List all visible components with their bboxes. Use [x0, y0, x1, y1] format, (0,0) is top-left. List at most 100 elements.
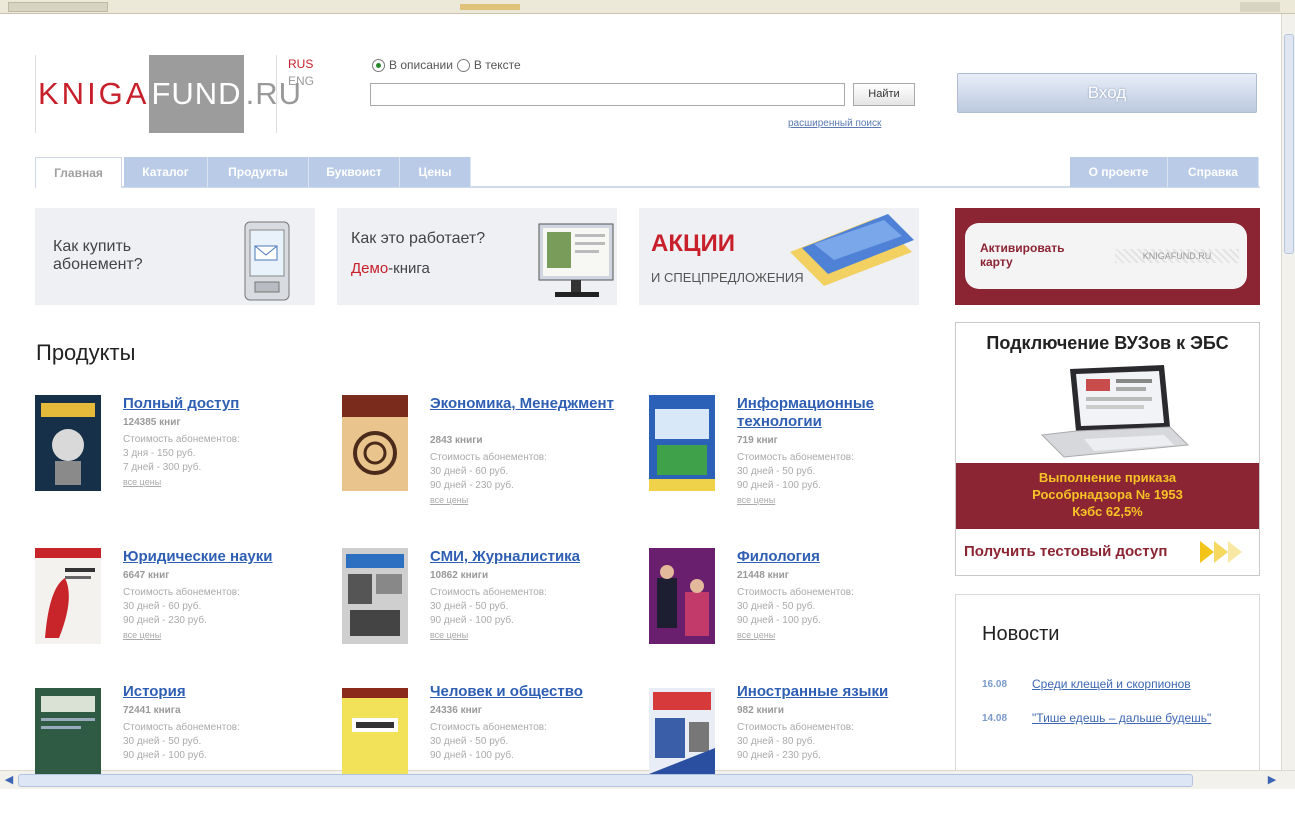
- chevron-right-icon: [1228, 541, 1242, 563]
- login-button[interactable]: Вход: [957, 73, 1257, 113]
- product-count: 719 книг: [737, 435, 778, 446]
- toolbar-highlight: [460, 4, 520, 10]
- product-price-2: 90 дней - 230 руб.: [737, 750, 821, 761]
- promo-sales[interactable]: АКЦИИ И СПЕЦПРЕДЛОЖЕНИЯ: [639, 208, 919, 305]
- product-title[interactable]: Экономика, Менеджмент: [430, 395, 630, 413]
- activate-card-banner[interactable]: Активировать карту KNIGAFUND.RU: [955, 208, 1260, 305]
- book-cover-icon[interactable]: [35, 683, 101, 779]
- all-prices-link[interactable]: все цены: [430, 495, 468, 505]
- search-input[interactable]: [370, 83, 845, 106]
- tab-catalog[interactable]: Каталог: [124, 157, 208, 187]
- product-price-label: Стоимость абонементов:: [123, 587, 240, 598]
- ebs-title: Подключение ВУЗов к ЭБС: [986, 333, 1229, 353]
- news-panel: Новости 16.08 Среди клещей и скорпионов …: [955, 594, 1260, 770]
- product-price-label: Стоимость абонементов:: [123, 434, 240, 445]
- book-cover-icon[interactable]: [35, 395, 101, 491]
- news-link[interactable]: Среди клещей и скорпионов: [1032, 677, 1252, 692]
- book-cover-icon[interactable]: [342, 395, 408, 491]
- book-cover-icon[interactable]: [342, 548, 408, 644]
- product-price-1: 30 дней - 80 руб.: [737, 736, 816, 747]
- tab-home[interactable]: Главная: [35, 157, 122, 188]
- lang-rus[interactable]: RUS: [288, 56, 314, 73]
- chevron-right-icon: [1214, 541, 1228, 563]
- news-date: 14.08: [982, 713, 1008, 724]
- product-price-2: 90 дней - 230 руб.: [123, 615, 207, 626]
- book-cover-icon[interactable]: [649, 683, 715, 779]
- logo-kniga: KNIGA: [38, 76, 150, 111]
- tab-bukvoist[interactable]: Буквоист: [309, 157, 400, 187]
- ebs-test-access-link[interactable]: Получить тестовый доступ: [956, 529, 1259, 575]
- tab-prices[interactable]: Цены: [400, 157, 471, 187]
- product-price-2: 90 дней - 100 руб.: [430, 615, 514, 626]
- book-cover-icon[interactable]: [342, 683, 408, 779]
- product-price-1: 30 дней - 60 руб.: [123, 601, 202, 612]
- scroll-right-icon[interactable]: ▶: [1265, 773, 1279, 787]
- activate-card-text: Активировать карту: [980, 241, 1065, 269]
- product-title[interactable]: Иностранные языки: [737, 683, 937, 701]
- tab-products[interactable]: Продукты: [208, 157, 309, 187]
- discount-card-icon: [790, 214, 914, 286]
- product-title[interactable]: Филология: [737, 548, 937, 566]
- scroll-left-icon[interactable]: ◀: [2, 773, 16, 787]
- product-card: Иностранные языки 982 книги Стоимость аб…: [649, 683, 949, 813]
- product-title[interactable]: История: [123, 683, 323, 701]
- product-price-label: Стоимость абонементов:: [430, 452, 547, 463]
- radio-description[interactable]: [372, 58, 385, 72]
- ebs-banner[interactable]: Подключение ВУЗов к ЭБС Выполнение прика…: [955, 322, 1260, 576]
- chevron-right-icon: [1200, 541, 1214, 563]
- tab-about[interactable]: О проекте: [1070, 157, 1168, 187]
- search-button[interactable]: Найти: [853, 83, 915, 106]
- product-title[interactable]: Полный доступ: [123, 395, 323, 413]
- product-card: Информационные технологии 719 книг Стоим…: [649, 395, 949, 525]
- product-count: 6647 книг: [123, 570, 170, 581]
- product-price-1: 30 дней - 60 руб.: [430, 466, 509, 477]
- product-price-2: 90 дней - 100 руб.: [737, 480, 821, 491]
- promo-demo[interactable]: Как это работает? Демо-книга: [337, 208, 617, 305]
- logo-fund: FUND: [149, 55, 244, 133]
- promo-how-to-buy-text: Как купить абонемент?: [53, 238, 143, 273]
- product-price-1: 30 дней - 50 руб.: [737, 601, 816, 612]
- ebs-order-text: Выполнение приказа Рособрнадзора № 1953 …: [956, 463, 1259, 529]
- book-cover-icon[interactable]: [649, 395, 715, 491]
- product-count: 124385 книг: [123, 417, 181, 428]
- ebs-line-2: Рособрнадзора № 1953: [1032, 487, 1183, 502]
- product-price-1: 30 дней - 50 руб.: [123, 736, 202, 747]
- address-bar[interactable]: [8, 2, 108, 12]
- products-heading: Продукты: [36, 340, 136, 365]
- advanced-search-link[interactable]: расширенный поиск: [788, 118, 881, 129]
- news-link[interactable]: "Тише едешь – дальше будешь": [1032, 711, 1252, 726]
- product-card: Филология 21448 книг Стоимость абонемент…: [649, 548, 949, 678]
- book-cover-icon[interactable]: [35, 548, 101, 644]
- all-prices-link[interactable]: все цены: [430, 630, 468, 640]
- product-price-1: 30 дней - 50 руб.: [430, 601, 509, 612]
- all-prices-link[interactable]: все цены: [123, 477, 161, 487]
- promo-demo-sub: Демо-книга: [351, 260, 430, 277]
- product-title[interactable]: СМИ, Журналистика: [430, 548, 630, 566]
- product-title[interactable]: Информационные технологии: [737, 395, 937, 431]
- all-prices-link[interactable]: все цены: [737, 495, 775, 505]
- tab-help[interactable]: Справка: [1168, 157, 1259, 187]
- search-mode: В описании В тексте: [372, 58, 521, 72]
- vertical-scroll-thumb[interactable]: [1284, 34, 1294, 254]
- product-card: СМИ, Журналистика 10862 книги Стоимость …: [342, 548, 642, 678]
- promo-how-to-buy[interactable]: Как купить абонемент?: [35, 208, 315, 305]
- product-price-1: 30 дней - 50 руб.: [430, 736, 509, 747]
- product-price-label: Стоимость абонементов:: [737, 452, 854, 463]
- product-price-2: 90 дней - 100 руб.: [123, 750, 207, 761]
- product-price-label: Стоимость абонементов:: [737, 587, 854, 598]
- site-logo[interactable]: KNIGA FUND .RU: [35, 55, 301, 133]
- radio-text[interactable]: [456, 58, 470, 72]
- all-prices-link[interactable]: все цены: [737, 630, 775, 640]
- product-title[interactable]: Человек и общество: [430, 683, 630, 701]
- product-price-1: 30 дней - 50 руб.: [737, 466, 816, 477]
- product-count: 2843 книги: [430, 435, 483, 446]
- product-price-2: 7 дней - 300 руб.: [123, 462, 202, 473]
- ebs-line-3: Кэбс 62,5%: [1072, 504, 1143, 519]
- vertical-scrollbar[interactable]: [1281, 14, 1295, 770]
- all-prices-link[interactable]: все цены: [123, 630, 161, 640]
- product-title[interactable]: Юридические науки: [123, 548, 323, 566]
- toolbar-button[interactable]: [1240, 2, 1280, 12]
- book-cover-icon[interactable]: [649, 548, 715, 644]
- news-date: 16.08: [982, 679, 1008, 690]
- lang-eng[interactable]: ENG: [288, 73, 314, 90]
